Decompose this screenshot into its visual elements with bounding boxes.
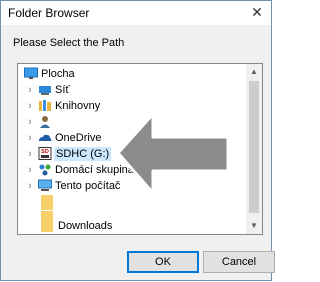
ok-button[interactable]: OK — [127, 251, 199, 273]
folder-browser-dialog: Folder Browser ✕ Please Select the Path … — [0, 0, 275, 281]
cancel-button[interactable]: Cancel — [203, 251, 275, 273]
pointer-arrow-icon — [116, 112, 230, 195]
